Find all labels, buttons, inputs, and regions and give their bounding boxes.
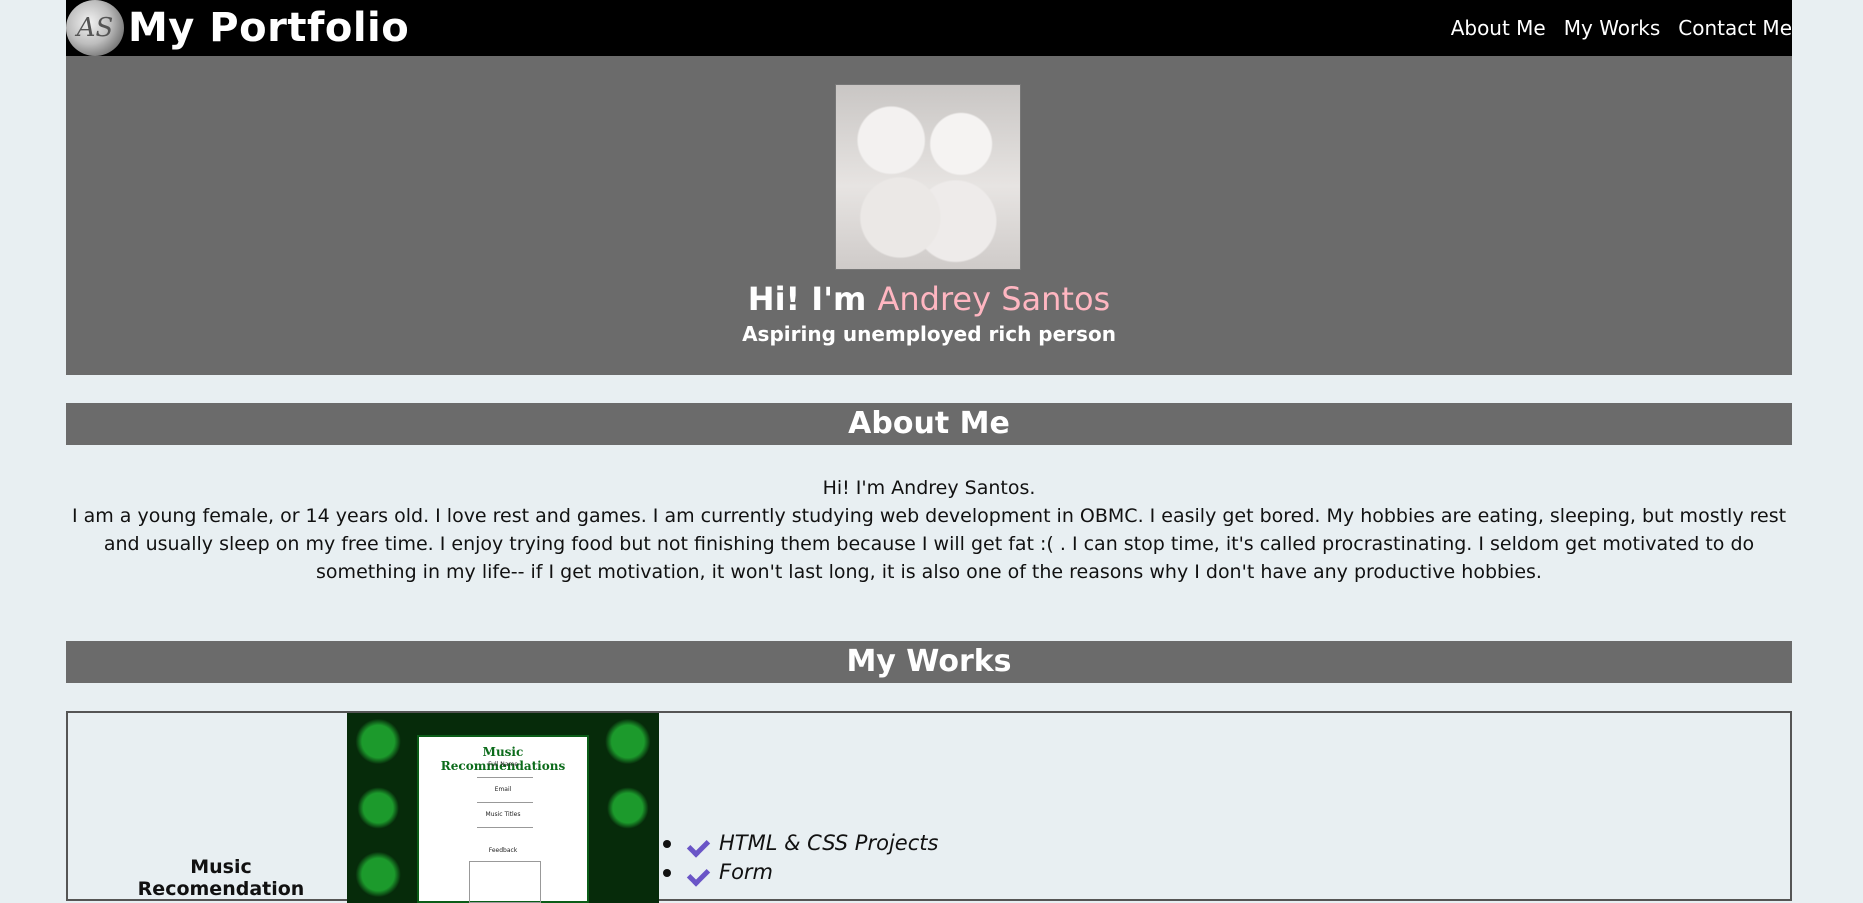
check-icon bbox=[689, 836, 711, 852]
nav-link-contact-me[interactable]: Contact Me bbox=[1678, 16, 1792, 40]
thumbnail-field-line bbox=[477, 802, 533, 803]
nav-link-my-works[interactable]: My Works bbox=[1564, 16, 1661, 40]
nav-link-about-me[interactable]: About Me bbox=[1451, 16, 1546, 40]
works-table: Music Recomendation Music Recommendation… bbox=[66, 711, 1792, 903]
thumbnail-field-label: Feedback bbox=[488, 847, 518, 854]
thumbnail-field-line bbox=[477, 777, 533, 778]
tag-label: Form bbox=[719, 860, 774, 884]
work-title: Music Recomendation bbox=[137, 856, 305, 900]
about-heading: About Me bbox=[66, 403, 1792, 445]
thumbnail-field-label: Email bbox=[494, 786, 512, 793]
bullet-icon bbox=[663, 868, 671, 877]
logo-icon: AS bbox=[66, 0, 124, 56]
tag-item: HTML & CSS Projects bbox=[663, 829, 938, 858]
thumbnail-field-label: Music Titles bbox=[485, 811, 521, 818]
brand[interactable]: AS My Portfolio bbox=[66, 0, 409, 56]
works-heading: My Works bbox=[66, 641, 1792, 683]
about-body: I am a young female, or 14 years old. I … bbox=[71, 505, 1787, 583]
hero-name: Andrey Santos bbox=[877, 280, 1111, 318]
thumbnail-form-preview: Music Recommendations Full Name Email Mu… bbox=[417, 735, 589, 903]
work-thumbnail[interactable]: Music Recommendations Full Name Email Mu… bbox=[347, 713, 659, 903]
thumbnail-textarea bbox=[469, 861, 541, 903]
about-text: Hi! I'm Andrey Santos. I am a young fema… bbox=[66, 474, 1792, 586]
check-icon bbox=[689, 865, 711, 881]
site-title: My Portfolio bbox=[128, 5, 410, 51]
about-intro: Hi! I'm Andrey Santos. bbox=[822, 477, 1036, 499]
thumbnail-field-line bbox=[477, 827, 533, 828]
hero-greeting: Hi! I'm Andrey Santos bbox=[66, 280, 1792, 318]
profile-photo bbox=[835, 84, 1021, 270]
logo-letters: AS bbox=[76, 13, 114, 43]
work-tags: HTML & CSS Projects Form bbox=[663, 829, 938, 887]
hero-greeting-text: Hi! I'm bbox=[747, 280, 878, 318]
tag-item: Form bbox=[663, 858, 938, 887]
top-navbar: AS My Portfolio About Me My Works Contac… bbox=[66, 0, 1792, 56]
hero-subtitle: Aspiring unemployed rich person bbox=[742, 322, 1116, 346]
main-nav: About Me My Works Contact Me bbox=[1451, 16, 1792, 40]
thumbnail-heading: Music Recommendations bbox=[440, 745, 566, 773]
bullet-icon bbox=[663, 839, 671, 848]
thumbnail-field-label: Full Name bbox=[488, 761, 518, 768]
hero-section: Hi! I'm Andrey Santos Aspiring unemploye… bbox=[66, 56, 1792, 375]
tag-label: HTML & CSS Projects bbox=[719, 831, 939, 855]
